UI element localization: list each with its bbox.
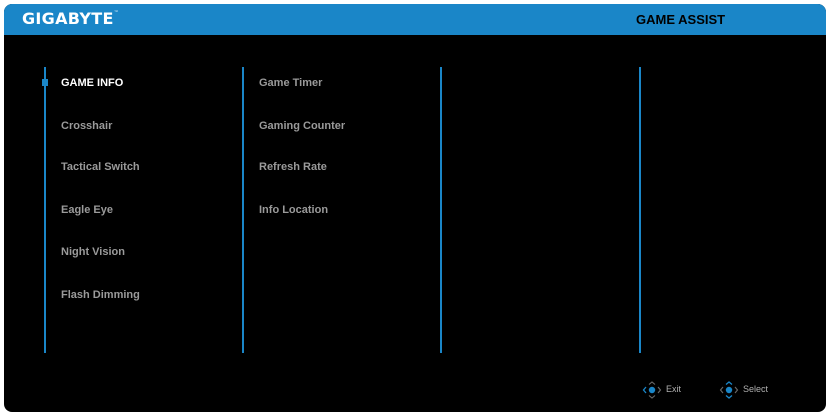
menu-item-crosshair[interactable]: Crosshair <box>61 120 112 132</box>
menu-item-night-vision[interactable]: Night Vision <box>61 246 125 258</box>
brand-logo: GIGABYTE™ <box>22 9 119 28</box>
exit-label: Exit <box>666 384 682 394</box>
brand-name: GIGABYTE <box>22 9 114 28</box>
selection-marker <box>42 79 48 86</box>
submenu-item-refresh-rate[interactable]: Refresh Rate <box>259 161 327 173</box>
column-divider-1 <box>44 67 46 353</box>
header-bar: GIGABYTE™ GAME ASSIST <box>4 4 826 35</box>
submenu-item-gaming-counter[interactable]: Gaming Counter <box>259 120 345 132</box>
submenu-item-info-location[interactable]: Info Location <box>259 204 328 216</box>
joystick-updown-icon <box>719 381 739 399</box>
menu-item-game-info[interactable]: GAME INFO <box>61 77 123 89</box>
page-title: GAME ASSIST <box>636 12 726 27</box>
osd-window: GIGABYTE™ GAME ASSIST GAME INFO Crosshai… <box>4 4 826 412</box>
menu-item-eagle-eye[interactable]: Eagle Eye <box>61 204 113 216</box>
column-divider-4 <box>639 67 641 353</box>
column-divider-3 <box>440 67 442 353</box>
menu-item-tactical-switch[interactable]: Tactical Switch <box>61 161 140 173</box>
column-divider-2 <box>242 67 244 353</box>
menu-item-flash-dimming[interactable]: Flash Dimming <box>61 289 140 301</box>
joystick-left-icon <box>642 381 662 399</box>
trademark-mark: ™ <box>113 10 120 16</box>
select-label: Select <box>743 384 769 394</box>
submenu-item-game-timer[interactable]: Game Timer <box>259 77 322 89</box>
